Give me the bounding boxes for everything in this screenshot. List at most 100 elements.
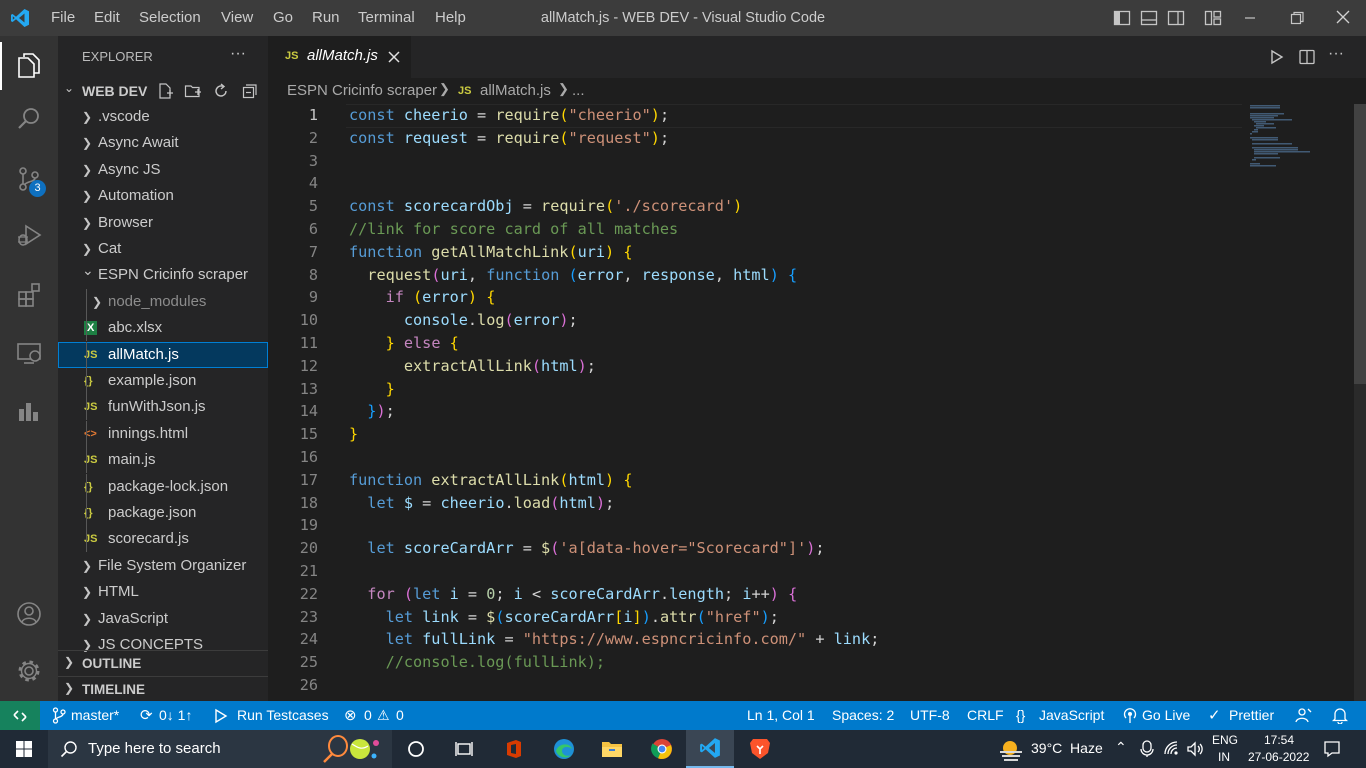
code-text: const request = require("request"); <box>349 127 669 150</box>
office-icon[interactable] <box>490 730 538 768</box>
extensions-icon[interactable] <box>0 270 58 320</box>
network-wifi-icon[interactable] <box>1163 740 1181 758</box>
toggle-sidebar-icon[interactable] <box>1113 9 1131 27</box>
tree-file[interactable]: {} example.json <box>58 368 268 394</box>
tree-file[interactable]: {} package.json <box>58 500 268 526</box>
explorer-more-button[interactable]: ··· <box>230 45 246 63</box>
tree-folder[interactable]: ❯ HTML <box>58 579 268 605</box>
tree-file[interactable]: JS allMatch.js <box>58 341 268 368</box>
tree-folder[interactable]: ❯ node_modules <box>58 288 268 315</box>
taskbar-search-box[interactable]: Type here to search <box>48 730 392 768</box>
breadcrumb-folder[interactable]: ESPN Cricinfo scraper <box>287 82 437 99</box>
tree-file[interactable]: <> innings.html <box>58 420 268 447</box>
minimize-window-icon[interactable] <box>1241 9 1259 27</box>
tree-folder[interactable]: ❯ Automation <box>58 183 268 209</box>
menu-terminal[interactable]: Terminal <box>358 0 415 36</box>
new-folder-icon[interactable] <box>184 82 202 100</box>
meet-now-icon[interactable] <box>1139 740 1155 758</box>
analytics-icon[interactable] <box>0 386 58 436</box>
cortana-icon[interactable] <box>392 730 440 768</box>
vscode-taskbar-icon[interactable] <box>686 730 734 768</box>
workspace-header[interactable]: ⌄ WEB DEV <box>58 78 268 104</box>
git-sync-status[interactable]: 0↓ 1↑ <box>159 701 192 730</box>
indentation[interactable]: Spaces: 2 <box>832 701 894 730</box>
chrome-browser-icon[interactable] <box>638 730 686 768</box>
tree-file[interactable]: Xabc.xlsx <box>58 315 268 342</box>
menu-file[interactable]: File <box>51 0 75 36</box>
menu-go[interactable]: Go <box>273 0 293 36</box>
warning-count[interactable]: 0 <box>396 701 404 730</box>
breadcrumb-symbol[interactable]: ... <box>572 82 585 99</box>
tree-folder[interactable]: ⌄ ESPN Cricinfo scraper <box>58 262 268 288</box>
tree-folder[interactable]: ❯ Async JS <box>58 157 268 183</box>
collapse-all-icon[interactable] <box>241 82 259 100</box>
minimap[interactable] <box>1248 104 1348 701</box>
tree-folder[interactable]: ❯ .vscode <box>58 104 268 130</box>
tree-file[interactable]: JS scorecard.js <box>58 526 268 553</box>
toggle-panel-icon[interactable] <box>1140 9 1158 27</box>
editor-more-actions-icon[interactable]: ··· <box>1328 45 1344 63</box>
tree-folder[interactable]: ❯ JavaScript <box>58 606 268 632</box>
notifications-bell-icon[interactable] <box>1332 707 1348 724</box>
volume-icon[interactable] <box>1186 740 1204 758</box>
menu-view[interactable]: View <box>221 0 253 36</box>
menu-help[interactable]: Help <box>435 0 466 36</box>
new-file-icon[interactable] <box>156 82 174 100</box>
tree-folder[interactable]: ❯ Async Await <box>58 130 268 156</box>
go-live-button[interactable]: Go Live <box>1142 701 1190 730</box>
run-testcases-button[interactable]: Run Testcases <box>237 701 329 730</box>
outline-section[interactable]: ❯ OUTLINE <box>58 650 268 677</box>
clock-date[interactable]: 27-06-2022 <box>1248 750 1309 764</box>
error-count[interactable]: 0 <box>364 701 372 730</box>
tree-folder[interactable]: ❯ Browser <box>58 210 268 236</box>
git-branch[interactable]: master* <box>71 701 119 730</box>
tree-file[interactable]: JS main.js <box>58 447 268 474</box>
weather-text[interactable]: 39°C Haze <box>1031 740 1103 756</box>
brave-browser-icon[interactable] <box>736 730 784 768</box>
close-window-icon[interactable] <box>1334 8 1352 26</box>
split-editor-icon[interactable] <box>1298 48 1316 66</box>
show-hidden-icons-icon[interactable]: ⌃ <box>1115 739 1127 756</box>
tab-allmatch-js[interactable]: JS allMatch.js <box>268 36 411 78</box>
scrollbar-thumb[interactable] <box>1354 104 1366 384</box>
language-indicator-top[interactable]: ENG <box>1212 733 1238 747</box>
tree-file[interactable]: {} package-lock.json <box>58 473 268 500</box>
prettier-button[interactable]: Prettier <box>1229 701 1274 730</box>
remote-indicator-icon[interactable] <box>0 701 40 730</box>
menu-edit[interactable]: Edit <box>94 0 120 36</box>
search-icon[interactable] <box>0 94 58 144</box>
task-view-icon[interactable] <box>440 730 488 768</box>
file-explorer-icon[interactable] <box>588 730 636 768</box>
end-of-line[interactable]: CRLF <box>967 701 1004 730</box>
vertical-scrollbar[interactable] <box>1354 104 1366 701</box>
timeline-section[interactable]: ❯ TIMELINE <box>58 676 268 701</box>
clock-time[interactable]: 17:54 <box>1264 733 1294 747</box>
breadcrumb-file[interactable]: allMatch.js <box>480 82 551 99</box>
source-control-icon[interactable]: 3 <box>0 154 58 204</box>
restore-window-icon[interactable] <box>1288 9 1306 27</box>
run-debug-icon[interactable] <box>0 210 58 260</box>
close-tab-icon[interactable] <box>386 49 402 65</box>
accounts-icon[interactable] <box>0 589 58 639</box>
tree-folder[interactable]: ❯ File System Organizer <box>58 553 268 579</box>
code-editor[interactable]: 1 const cheerio = require("cheerio"); 2 con… <box>268 104 1366 701</box>
windows-start-icon[interactable] <box>0 730 48 768</box>
menu-run[interactable]: Run <box>312 0 340 36</box>
customize-layout-icon[interactable] <box>1204 9 1222 27</box>
feedback-icon[interactable] <box>1294 707 1312 724</box>
refresh-icon[interactable] <box>212 82 230 100</box>
edge-browser-icon[interactable] <box>540 730 588 768</box>
explorer-icon[interactable] <box>0 40 58 90</box>
toggle-secondary-sidebar-icon[interactable] <box>1167 9 1185 27</box>
cursor-position[interactable]: Ln 1, Col 1 <box>747 701 815 730</box>
run-file-icon[interactable] <box>1268 48 1286 66</box>
weather-haze-icon[interactable] <box>998 739 1026 761</box>
file-encoding[interactable]: UTF-8 <box>910 701 950 730</box>
settings-gear-icon[interactable] <box>0 646 58 696</box>
language-mode[interactable]: JavaScript <box>1039 701 1104 730</box>
remote-explorer-icon[interactable] <box>0 328 58 378</box>
language-indicator-bottom[interactable]: IN <box>1218 750 1230 764</box>
notification-center-icon[interactable] <box>1323 740 1341 758</box>
menu-selection[interactable]: Selection <box>139 0 201 36</box>
tree-file[interactable]: JS funWithJson.js <box>58 394 268 421</box>
